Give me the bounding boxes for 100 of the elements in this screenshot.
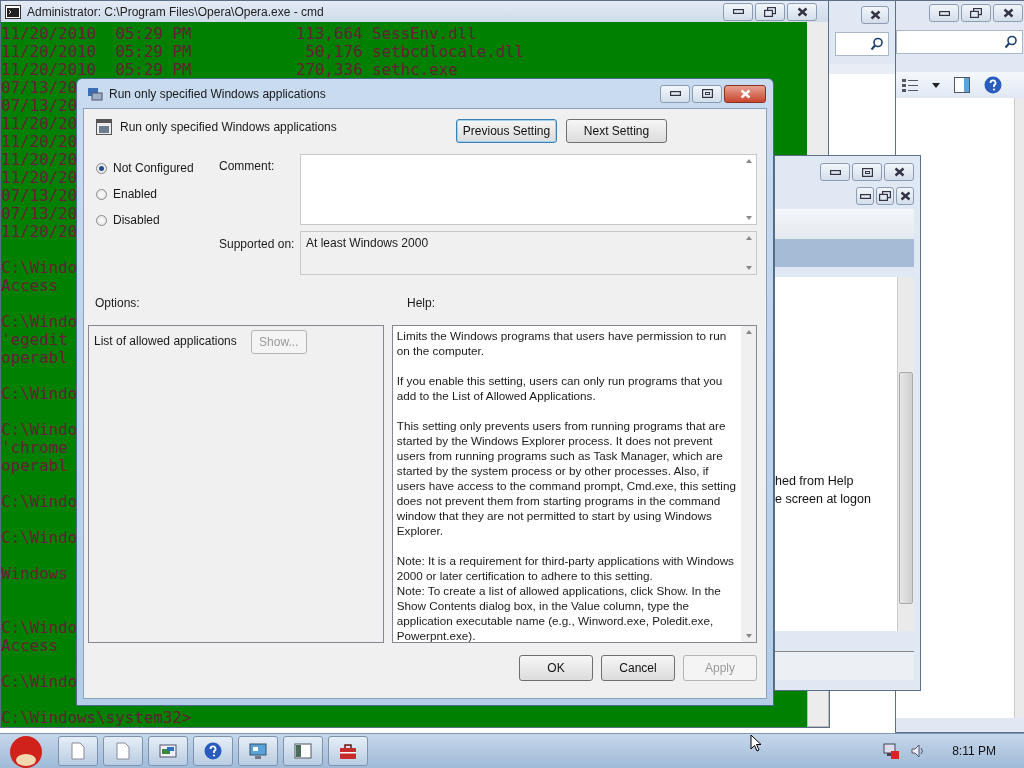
radio-option[interactable]: Not Configured bbox=[96, 161, 214, 175]
maximize-button[interactable] bbox=[692, 84, 722, 103]
close-button[interactable] bbox=[861, 6, 889, 24]
network-icon[interactable] bbox=[882, 742, 901, 760]
minimize-button[interactable] bbox=[856, 187, 874, 205]
dialog-title: Run only specified Windows applications bbox=[109, 86, 327, 101]
search-field[interactable] bbox=[896, 30, 1023, 54]
minimize-button[interactable] bbox=[820, 163, 850, 181]
window-icon bbox=[294, 742, 312, 760]
window-title: Administrator: C:\Program Files\Opera\Opera.exe - cmd bbox=[27, 4, 325, 19]
taskbar-button[interactable] bbox=[283, 736, 323, 766]
radio-button[interactable] bbox=[96, 162, 107, 174]
cancel-button[interactable]: Cancel bbox=[601, 655, 675, 681]
restore-button[interactable] bbox=[755, 2, 785, 21]
restore-icon bbox=[970, 8, 982, 18]
radio-label: Enabled bbox=[113, 187, 158, 201]
minimize-icon bbox=[829, 169, 841, 175]
search-icon bbox=[1004, 35, 1018, 49]
list-item-text: hed from Help bbox=[775, 473, 855, 490]
console-line: 11/20/20 bbox=[1, 169, 78, 187]
search-field[interactable] bbox=[835, 32, 889, 56]
help-icon bbox=[204, 742, 222, 760]
console-line: 'egedit bbox=[1, 331, 68, 349]
setting-title: Run only specified Windows applications bbox=[120, 120, 337, 134]
scrollbar[interactable] bbox=[807, 22, 829, 155]
console-line: 'chrome bbox=[1, 439, 68, 457]
preview-pane-icon[interactable] bbox=[954, 77, 970, 93]
console-line: C:\Windo bbox=[1, 619, 78, 637]
policy-icon bbox=[87, 86, 103, 101]
help-icon[interactable] bbox=[984, 76, 1002, 94]
restore-button[interactable] bbox=[876, 187, 894, 205]
caret-icon[interactable] bbox=[932, 82, 940, 88]
console-line: 07/13/20 bbox=[1, 79, 78, 97]
taskbar-button[interactable] bbox=[103, 736, 143, 766]
comment-label: Comment: bbox=[218, 158, 276, 175]
close-icon bbox=[796, 6, 808, 17]
console-line: 11/20/2010 05:29 PM 270,336 sethc.exe bbox=[1, 61, 458, 79]
close-button[interactable] bbox=[993, 4, 1023, 22]
minimize-button[interactable] bbox=[660, 84, 690, 103]
close-icon bbox=[1002, 8, 1014, 18]
close-button[interactable] bbox=[787, 2, 817, 21]
console-line: operabl bbox=[1, 457, 68, 475]
scrollbar-thumb[interactable] bbox=[807, 689, 829, 727]
console-icon bbox=[5, 4, 21, 19]
close-icon bbox=[739, 88, 751, 99]
console-line: Windows bbox=[1, 565, 68, 583]
restore-button[interactable] bbox=[961, 4, 991, 22]
close-icon bbox=[899, 191, 911, 201]
supported-value: At least Windows 2000 bbox=[306, 236, 429, 250]
ok-button[interactable]: OK bbox=[519, 655, 593, 681]
scrollbar[interactable] bbox=[741, 326, 756, 642]
console-line: 11/20/20 bbox=[1, 151, 78, 169]
radio-button[interactable] bbox=[96, 188, 107, 200]
radio-option[interactable]: Enabled bbox=[96, 187, 214, 201]
taskbar-button[interactable] bbox=[148, 736, 188, 766]
minimize-button[interactable] bbox=[929, 4, 959, 22]
radio-label: Disabled bbox=[113, 213, 160, 227]
console-line: 11/20/20 bbox=[1, 115, 78, 133]
console-line: 07/13/20 bbox=[1, 205, 78, 223]
help-paragraph: If you enable this setting, users can only run programs that you add to the List of Allowed Applications. bbox=[396, 373, 724, 403]
help-paragraph: This setting only prevents users from running programs that are started by the Windows Explorer process. It does not prevent users from running programs such as Task Manager, which are started by the system process or by other processes. Also, if users have access to the command prompt, Cmd.exe, this setting does not prevent them from starting programs in the command window that they are not permitted to start by using Windows Explorer. bbox=[396, 418, 737, 538]
monitor-icon bbox=[249, 742, 267, 760]
console-line: C:\Windo bbox=[1, 421, 78, 439]
scrollbar-thumb[interactable] bbox=[899, 372, 913, 604]
next-setting-button[interactable]: Next Setting bbox=[566, 119, 667, 143]
close-button[interactable] bbox=[724, 84, 766, 103]
radio-option[interactable]: Disabled bbox=[96, 213, 214, 227]
restore-icon bbox=[764, 6, 776, 17]
taskbar-button[interactable] bbox=[193, 736, 233, 766]
comment-field[interactable] bbox=[300, 154, 757, 225]
console-line: C:\Windo bbox=[1, 673, 78, 691]
scrollbar[interactable] bbox=[897, 277, 914, 631]
taskbar-button[interactable] bbox=[238, 736, 278, 766]
console-line: Access bbox=[1, 637, 59, 655]
help-paragraph: Note: To create a list of allowed applications, click Show. In the Show Contents dialog box, in the Value column, type the application executable name (e.g., Winword.exe, Poledit.exe, Powerpnt.exe). bbox=[396, 583, 722, 643]
console-line: 11/20/2010 05:29 PM 50,176 setbcdlocale.dll bbox=[1, 43, 525, 61]
minimize-icon bbox=[859, 193, 871, 199]
console-line: C:\Windows\system32> bbox=[1, 709, 192, 727]
help-paragraph: Limits the Windows programs that users have permission to run on the computer. bbox=[396, 328, 728, 358]
minimize-icon bbox=[732, 9, 744, 14]
taskbar-button[interactable] bbox=[328, 736, 368, 766]
minimize-icon bbox=[669, 91, 681, 96]
maximize-button[interactable] bbox=[852, 163, 882, 181]
minimize-button[interactable] bbox=[723, 2, 753, 21]
close-icon bbox=[893, 167, 905, 177]
close-button[interactable] bbox=[896, 187, 914, 205]
document-icon bbox=[114, 742, 132, 760]
console-line: operabl bbox=[1, 349, 68, 367]
console-line: Access bbox=[1, 277, 59, 295]
view-list-icon[interactable] bbox=[902, 78, 918, 92]
previous-setting-button[interactable]: Previous Setting bbox=[456, 119, 557, 143]
start-orb-icon[interactable] bbox=[8, 734, 44, 768]
clock: 8:11 PM bbox=[952, 744, 996, 758]
taskbar-button[interactable] bbox=[58, 736, 98, 766]
radio-button[interactable] bbox=[96, 214, 107, 226]
help-paragraph: Note: It is a requirement for third-party applications with Windows 2000 or later certification to adhere to this setting. bbox=[396, 553, 735, 583]
close-button[interactable] bbox=[884, 163, 914, 181]
window-icon bbox=[159, 742, 177, 760]
close-icon bbox=[869, 10, 881, 20]
radio-label: Not Configured bbox=[113, 161, 194, 175]
